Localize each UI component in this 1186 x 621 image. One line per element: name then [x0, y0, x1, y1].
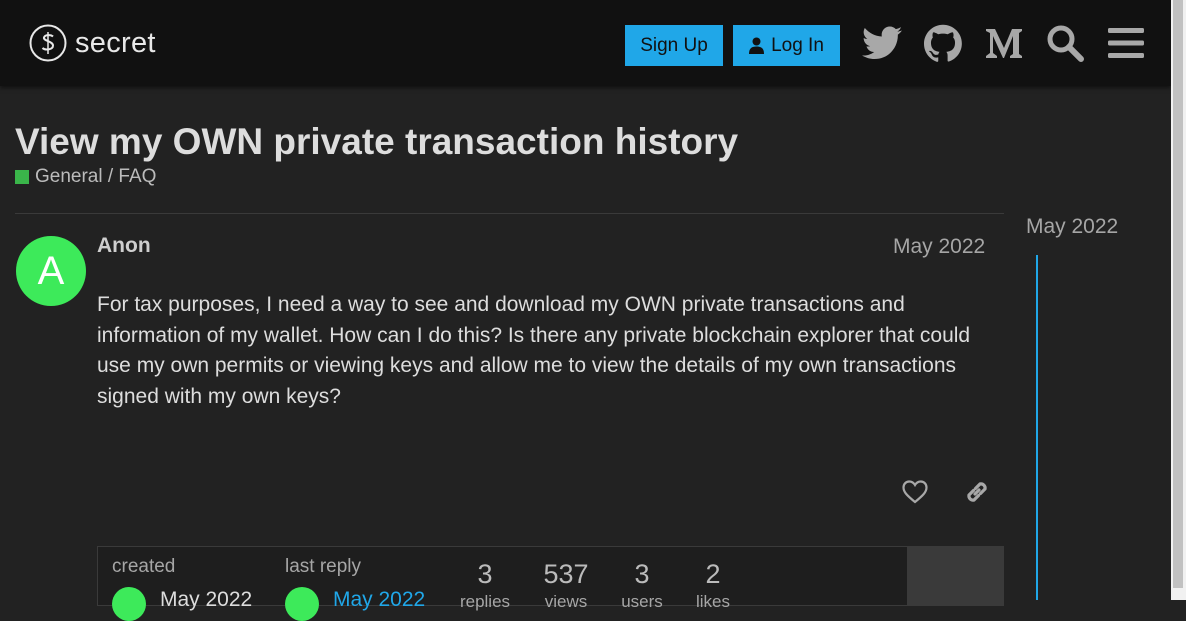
- medium-icon[interactable]: [983, 22, 1025, 64]
- created-date: May 2022: [160, 588, 253, 611]
- post-username[interactable]: Anon: [97, 234, 151, 258]
- search-icon[interactable]: [1044, 22, 1086, 64]
- github-icon[interactable]: [922, 22, 964, 64]
- created-avatar[interactable]: [112, 587, 146, 621]
- avatar-letter: A: [37, 248, 65, 293]
- twitter-icon[interactable]: [861, 22, 903, 64]
- user-icon: [749, 37, 765, 54]
- sign-up-button[interactable]: Sign Up: [625, 25, 723, 66]
- created-label: created: [112, 556, 176, 577]
- category-badge: [15, 170, 29, 184]
- menu-icon[interactable]: [1105, 22, 1147, 64]
- logo-text: secret: [75, 26, 156, 59]
- users-label: users: [621, 592, 663, 611]
- sign-up-label: Sign Up: [640, 34, 708, 56]
- summary-expand-button[interactable]: [907, 546, 1004, 606]
- site-header: secret Sign Up Log In: [0, 0, 1171, 86]
- last-reply-avatar[interactable]: [285, 587, 319, 621]
- last-reply-date-link[interactable]: May 2022: [333, 588, 425, 612]
- heart-icon: [902, 480, 928, 504]
- link-icon: [967, 482, 987, 502]
- post-body: For tax purposes, I need a way to see an…: [97, 293, 971, 408]
- category-label: General / FAQ: [35, 166, 157, 187]
- log-in-label: Log In: [771, 34, 824, 56]
- site-logo[interactable]: secret: [29, 24, 156, 62]
- likes-count: 2: [705, 559, 721, 589]
- like-button[interactable]: [900, 477, 930, 507]
- replies-count: 3: [477, 559, 493, 589]
- views-label: views: [544, 592, 588, 611]
- scrollbar-thumb[interactable]: [1173, 0, 1183, 588]
- divider: [15, 213, 1004, 214]
- secret-logo-icon: [29, 24, 67, 62]
- timeline-date[interactable]: May 2022: [1026, 215, 1118, 239]
- share-link-button[interactable]: [962, 477, 992, 507]
- topic-title[interactable]: View my OWN private transaction history: [15, 121, 738, 163]
- category-link[interactable]: General / FAQ: [15, 166, 156, 188]
- likes-label: likes: [695, 592, 730, 611]
- users-count: 3: [634, 559, 650, 589]
- timeline-scroller[interactable]: [1036, 255, 1038, 600]
- views-count: 537: [543, 559, 589, 589]
- replies-label: replies: [459, 592, 511, 611]
- post-date[interactable]: May 2022: [893, 235, 985, 259]
- avatar[interactable]: A: [16, 236, 86, 306]
- last-reply-label: last reply: [285, 556, 362, 577]
- log-in-button[interactable]: Log In: [733, 25, 840, 66]
